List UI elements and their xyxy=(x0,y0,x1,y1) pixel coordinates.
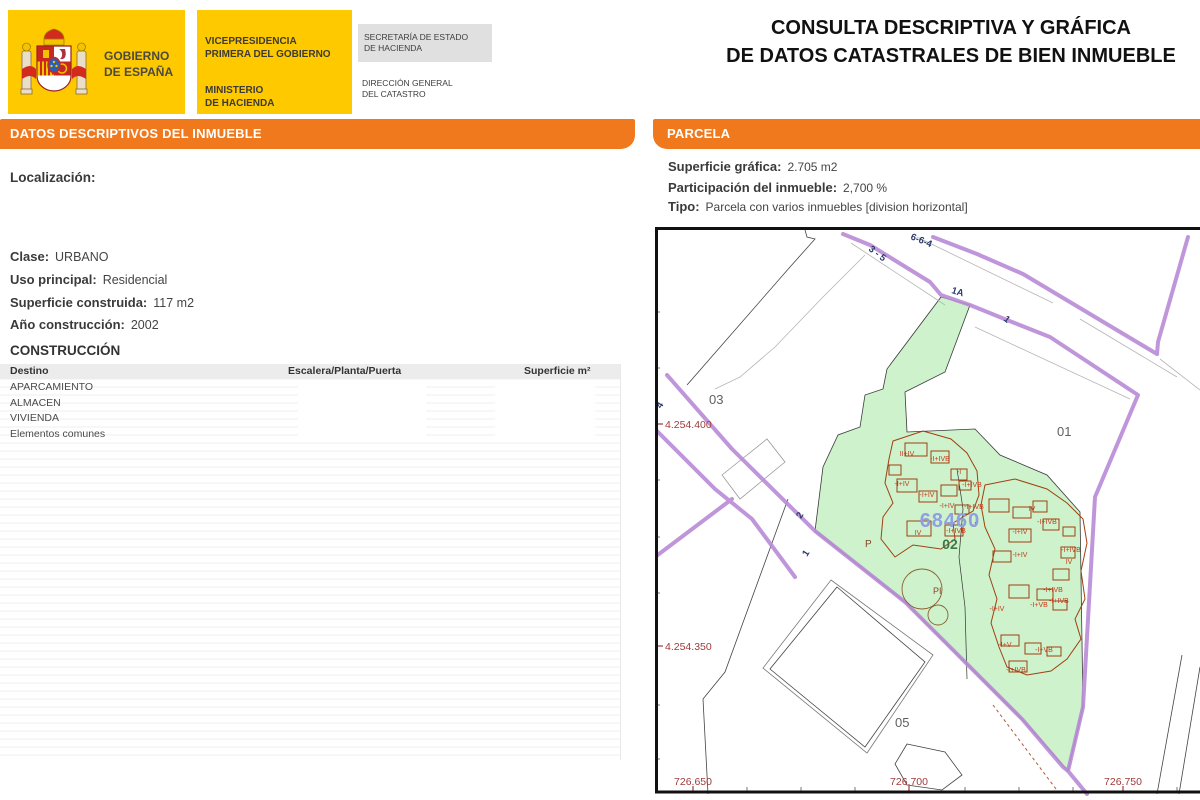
svg-text:-I+V: -I+V xyxy=(998,642,1011,649)
field-ano-construccion: Año construcción: 2002 xyxy=(10,317,159,333)
direccion-general-label: DIRECCIÓN GENERAL DEL CATASTRO xyxy=(362,78,492,100)
participacion-label: Participación del inmueble: xyxy=(668,180,837,195)
col-superficie: Superficie m² xyxy=(524,364,591,379)
field-uso-principal: Uso principal: Residencial xyxy=(10,272,167,288)
field-tipo: Tipo: Parcela con varios inmuebles [divis… xyxy=(668,199,968,215)
uso-label: Uso principal: xyxy=(10,272,97,287)
sup-grafica-value: 2.705 m2 xyxy=(787,160,837,174)
svg-text:-I+IVB: -I+IVB xyxy=(930,456,950,463)
svg-text:-I+IV: -I+IV xyxy=(940,503,955,510)
svg-text:05: 05 xyxy=(895,715,909,730)
svg-text:03: 03 xyxy=(709,392,723,407)
sup-grafica-label: Superficie gráfica: xyxy=(668,159,781,174)
participacion-value: 2,700 % xyxy=(843,181,887,195)
field-superficie-grafica: Superficie gráfica: 2.705 m2 xyxy=(668,159,837,175)
col-destino: Destino xyxy=(10,364,49,379)
tipo-label: Tipo: xyxy=(668,199,700,214)
document-title-line1: CONSULTA DESCRIPTIVA Y GRÁFICA xyxy=(771,17,1131,40)
clase-value: URBANO xyxy=(55,250,108,264)
ministerio-label: MINISTERIO DE HACIENDA xyxy=(205,84,274,110)
ministerio-block: VICEPRESIDENCIA PRIMERA DEL GOBIERNO MIN… xyxy=(197,10,352,114)
subparcel-label: 02 xyxy=(942,536,958,552)
superficie-value: 117 m2 xyxy=(153,296,194,310)
svg-text:-I: -I xyxy=(957,469,961,476)
uso-value: Residencial xyxy=(103,273,168,287)
vicepresidencia-label: VICEPRESIDENCIA PRIMERA DEL GOBIERNO xyxy=(205,35,331,61)
ano-value: 2002 xyxy=(131,318,159,332)
redacted-values-col3 xyxy=(495,380,595,442)
svg-text:-I+IVB: -I+IVB xyxy=(1043,587,1063,594)
gobierno-de-espana-label: GOBIERNO DE ESPAÑA xyxy=(104,48,173,80)
cadastral-map: II+IV -I+IVB -I -I+IVB -I+IV -I+IV -I+IV… xyxy=(655,227,1200,800)
table-row: ALMACEN xyxy=(10,396,410,411)
localizacion-label: Localización: xyxy=(10,170,96,185)
tipo-value: Parcela con varios inmuebles [division h… xyxy=(706,200,968,214)
secretaria-block: SECRETARÍA DE ESTADO DE HACIENDA xyxy=(358,24,492,62)
document-title-line2: DE DATOS CATASTRALES DE BIEN INMUEBLE xyxy=(726,45,1176,68)
ano-label: Año construcción: xyxy=(10,317,125,332)
field-participacion: Participación del inmueble: 2,700 % xyxy=(668,180,887,196)
svg-text:IV: IV xyxy=(1066,559,1073,566)
svg-text:IV: IV xyxy=(1029,506,1036,513)
table-row: APARCAMIENTO xyxy=(10,380,410,395)
svg-text:4.254.350: 4.254.350 xyxy=(665,641,712,653)
spain-coat-of-arms-icon xyxy=(20,25,88,109)
cadastral-map-frame: II+IV -I+IVB -I -I+IVB -I+IV -I+IV -I+IV… xyxy=(655,227,1200,800)
secretaria-label: SECRETARÍA DE ESTADO DE HACIENDA xyxy=(364,32,468,54)
section-bar-datos-descriptivos: DATOS DESCRIPTIVOS DEL INMUEBLE xyxy=(0,119,635,149)
parcel-number-label: 68460 xyxy=(920,510,981,532)
clase-label: Clase: xyxy=(10,249,49,264)
svg-text:-I+IV: -I+IV xyxy=(1013,529,1028,536)
svg-text:-I+IV: -I+IV xyxy=(1013,552,1028,559)
svg-text:-I+IVB: -I+IVB xyxy=(1061,547,1081,554)
svg-text:-I+IV: -I+IV xyxy=(920,492,935,499)
field-clase: Clase: URBANO xyxy=(10,249,109,265)
superficie-label: Superficie construida: xyxy=(10,295,147,310)
svg-text:-I+VB: -I+VB xyxy=(1035,647,1053,654)
svg-text:-I+VB: -I+VB xyxy=(1030,602,1048,609)
col-escalera: Escalera/Planta/Puerta xyxy=(288,364,401,379)
table-row: Elementos comunes xyxy=(10,427,410,442)
table-row: VIVIENDA xyxy=(10,411,410,426)
mark-pi: PI xyxy=(933,586,942,596)
svg-text:-I+IV: -I+IV xyxy=(990,606,1005,613)
svg-text:-I+IVB: -I+IVB xyxy=(1049,598,1069,605)
svg-text:4.254.400: 4.254.400 xyxy=(665,419,712,431)
section-title-right: PARCELA xyxy=(667,126,730,141)
svg-text:-I+IVB: -I+IVB xyxy=(1037,519,1057,526)
gobierno-logo-block: GOBIERNO DE ESPAÑA xyxy=(8,10,185,114)
svg-text:-I+IV: -I+IV xyxy=(895,481,910,488)
section-bar-parcela: PARCELA xyxy=(653,119,1200,149)
svg-text:01: 01 xyxy=(1057,424,1071,439)
cadastral-document-page: GOBIERNO DE ESPAÑA VICEPRESIDENCIA PRIME… xyxy=(0,0,1200,800)
svg-text:-I+IVB: -I+IVB xyxy=(962,482,982,489)
construction-table-header: Destino Escalera/Planta/Puerta Superfici… xyxy=(0,364,620,379)
svg-text:-I+IVB: -I+IVB xyxy=(1006,667,1026,674)
section-title-left: DATOS DESCRIPTIVOS DEL INMUEBLE xyxy=(10,126,262,141)
svg-text:II+IV: II+IV xyxy=(900,451,915,458)
mark-p: P xyxy=(865,539,872,550)
construccion-heading: CONSTRUCCIÓN xyxy=(10,343,120,358)
field-superficie-construida: Superficie construida: 117 m2 xyxy=(10,295,194,311)
